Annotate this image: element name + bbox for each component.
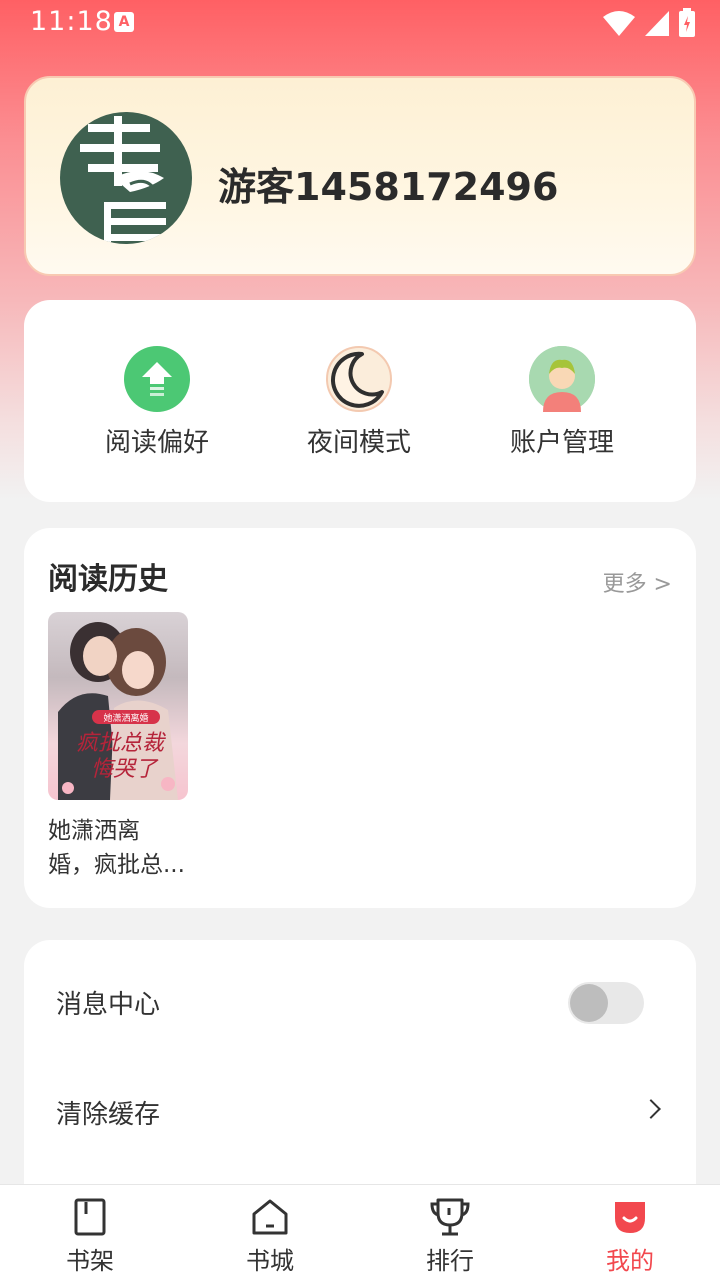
message-center-toggle[interactable] [568,982,644,1024]
book-title[interactable]: 她潇洒离 婚，疯批总... [48,814,198,882]
moon-icon [326,346,392,412]
book-title-line2: 婚，疯批总... [48,852,185,878]
notification-badge-icon: A [114,12,134,32]
cover-title-line1: 疯批总裁 [76,731,166,756]
reading-preference-button[interactable]: 阅读偏好 [77,346,237,459]
tab-ranking-label: 排行 [426,1247,474,1275]
night-mode-button[interactable]: 夜间模式 [279,346,439,459]
tab-bookstore-label: 书城 [246,1247,294,1275]
wifi-icon [603,11,635,36]
tab-bookstore[interactable]: 书城 [210,1195,330,1276]
status-icons [602,8,696,38]
trophy-icon [390,1195,510,1239]
toggle-knob [570,984,608,1022]
home-store-icon [210,1195,330,1239]
cover-subtitle-text: 她潇洒离婚 [103,712,148,724]
avatar[interactable] [60,112,192,244]
battery-icon [679,8,695,37]
profile-card[interactable]: 游客1458172496 [24,76,696,276]
tab-mine-label: 我的 [606,1247,654,1275]
clear-cache-row[interactable]: 清除缓存 [24,1054,696,1164]
tab-bookshelf-label: 书架 [66,1247,114,1275]
status-bar: 11:18 A [0,0,720,48]
bottom-tab-bar: 书架 书城 排行 我的 [0,1184,720,1280]
signal-icon [645,11,669,36]
reading-preference-label: 阅读偏好 [104,428,209,458]
calligraphy-avatar-icon [80,116,166,242]
clear-cache-label: 清除缓存 [56,1100,161,1130]
history-more-link[interactable]: 更多 > [603,566,672,598]
upload-arrow-icon [124,346,190,412]
chevron-right-icon [641,1099,661,1119]
night-mode-label: 夜间模式 [306,428,411,458]
history-title: 阅读历史 [48,562,168,597]
profile-icon [570,1195,690,1239]
tab-ranking[interactable]: 排行 [390,1195,510,1276]
quick-actions-card: 阅读偏好 夜间模式 账户管理 [24,300,696,502]
tab-mine[interactable]: 我的 [570,1195,690,1276]
reading-history-card: 阅读历史 更多 > 她潇洒离婚 疯批总裁 悔哭了 她潇洒离 婚，疯批总... [24,528,696,908]
message-center-row[interactable]: 消息中心 [24,944,696,1054]
username: 游客1458172496 [218,165,559,209]
account-management-label: 账户管理 [509,428,614,458]
message-center-label: 消息中心 [56,990,161,1020]
cover-title-line2: 悔哭了 [91,757,159,782]
bookshelf-icon [30,1195,150,1239]
tab-bookshelf[interactable]: 书架 [30,1195,150,1276]
book-cover[interactable]: 她潇洒离婚 疯批总裁 悔哭了 [48,612,188,800]
account-management-button[interactable]: 账户管理 [482,346,642,459]
book-title-line1: 她潇洒离 [48,818,140,844]
status-time: 11:18 [30,6,113,37]
user-avatar-icon [529,346,595,412]
